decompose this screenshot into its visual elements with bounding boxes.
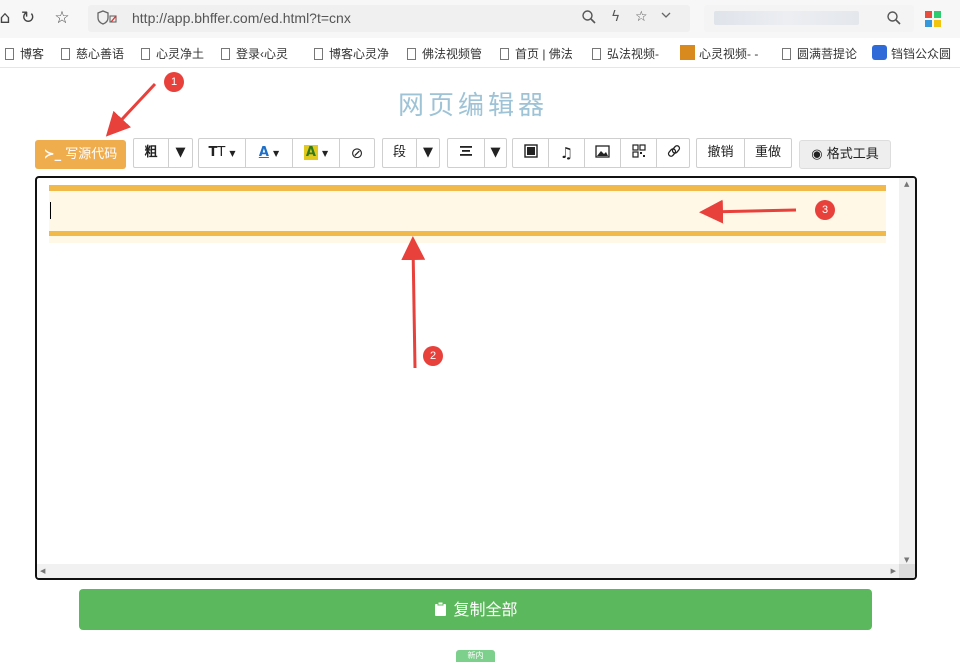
bookmark-item[interactable]: 慈心善语 [61,45,124,61]
page-icon [592,48,601,60]
qq-icon [872,45,887,60]
page-title: 网页编辑器 [397,91,548,121]
vertical-scrollbar[interactable]: ▲ ▼ [899,178,915,566]
paragraph-dropdown-caret[interactable]: ▼ [417,139,439,167]
page-icon [782,48,791,60]
bold-group: 粗 ▼ [133,138,193,168]
address-url[interactable]: http://app.bhffer.com/ed.html?t=cnx [132,10,351,26]
scroll-up-icon[interactable]: ▲ [904,180,909,188]
bookmark-item[interactable]: 首页 | 佛法 [500,45,573,61]
bookmark-item[interactable]: 佛法视频管 [407,45,482,61]
source-code-button[interactable]: ≻_ 写源代码 [35,140,126,169]
page-icon [61,48,70,60]
annotation-badge-3: 3 [815,200,835,220]
address-bar[interactable]: http://app.bhffer.com/ed.html?t=cnx ϟ ☆ [88,5,690,32]
paragraph-group: 段 ▼ [382,138,440,168]
scroll-left-icon[interactable]: ◀ [40,567,45,575]
bookmark-item[interactable]: 铛铛公众圆 [872,45,951,61]
highlight-color-icon[interactable]: A ▼ [293,139,339,167]
horizontal-scrollbar[interactable]: ◀ ▶ [37,564,899,578]
bookmark-item[interactable]: 博客 [5,45,44,61]
annotation-badge-1: 1 [164,72,184,92]
page-icon [500,48,509,60]
bold-button[interactable]: 粗 [134,139,168,167]
font-color-icon[interactable]: A ▼ [246,139,292,167]
refresh-icon[interactable]: ↻ [17,7,39,29]
bookmark-item[interactable]: 博客心灵净 [314,45,389,61]
page-icon [5,48,14,60]
image-icon[interactable] [585,139,620,167]
copy-all-button[interactable]: 复制全部 [79,589,872,630]
search-engine-blurred [714,11,859,25]
bookmark-item[interactable]: 登录‹心灵 [221,45,288,61]
redo-button[interactable]: 重做 [745,139,791,167]
browser-toolbar: ⌂ ↻ ☆ http://app.bhffer.com/ed.html?t=cn… [0,0,960,38]
bookmark-item[interactable]: 弘法视频- [592,45,659,61]
font-group: TT ▼ A ▼ A ▼ ⊘ [198,138,375,168]
undo-button[interactable]: 撤销 [697,139,744,167]
music-icon[interactable]: ♫ [549,139,584,167]
highlight-top-bar [49,185,886,191]
bold-dropdown-caret[interactable]: ▼ [169,139,192,167]
page-icon [407,48,416,60]
lightning-icon[interactable]: ϟ [611,9,620,25]
paragraph-button[interactable]: 段 [383,139,416,167]
bookmark-item[interactable]: 心灵视频- - [680,45,758,61]
favorite-star-icon[interactable]: ☆ [635,9,648,25]
annotation-badge-2: 2 [423,346,443,366]
site-logo-icon [680,45,695,60]
search-icon[interactable] [886,10,902,29]
bookmark-item[interactable]: 心灵净土 [141,45,204,61]
bookmark-item[interactable]: 圆满菩提论 [782,45,857,61]
align-group: ▼ [447,138,507,168]
scrollbar-corner [899,564,915,578]
page-icon [314,48,323,60]
align-icon[interactable] [448,139,484,167]
clipboard-icon [433,600,453,619]
highlight-bottom-bar [49,231,886,236]
bookmarks-bar: 博客 慈心善语 心灵净土 登录‹心灵 博客心灵净 佛法视频管 首页 | 佛法 弘… [0,38,960,68]
shield-icon [96,9,118,31]
home-icon[interactable]: ⌂ [0,7,16,29]
scroll-right-icon[interactable]: ▶ [891,567,896,575]
page-icon [221,48,230,60]
terminal-icon: ≻_ [43,147,62,162]
chevron-down-icon[interactable] [660,9,672,25]
page-icon [141,48,150,60]
clear-format-icon[interactable]: ⊘ [340,139,374,167]
search-box[interactable] [704,5,914,32]
format-tools-button[interactable]: ◉ 格式工具 [799,140,891,169]
scroll-down-icon[interactable]: ▼ [904,556,909,564]
star-icon[interactable]: ☆ [51,7,73,29]
qrcode-icon[interactable] [621,139,656,167]
highlight-block[interactable] [49,185,886,243]
zoom-icon[interactable] [581,9,597,29]
align-dropdown-caret[interactable]: ▼ [485,139,506,167]
editor-area[interactable]: ▲ ▼ ◀ ▶ [35,176,917,580]
link-icon[interactable] [657,139,690,167]
font-size-icon[interactable]: TT ▼ [199,139,245,167]
media-group: ♫ [512,138,690,168]
video-icon[interactable] [513,139,548,167]
apps-icon[interactable] [924,10,942,31]
bottom-tab[interactable]: 新内 [456,650,495,662]
text-cursor [50,202,51,219]
history-group: 撤销 重做 [696,138,792,168]
eye-icon: ◉ [811,147,823,162]
